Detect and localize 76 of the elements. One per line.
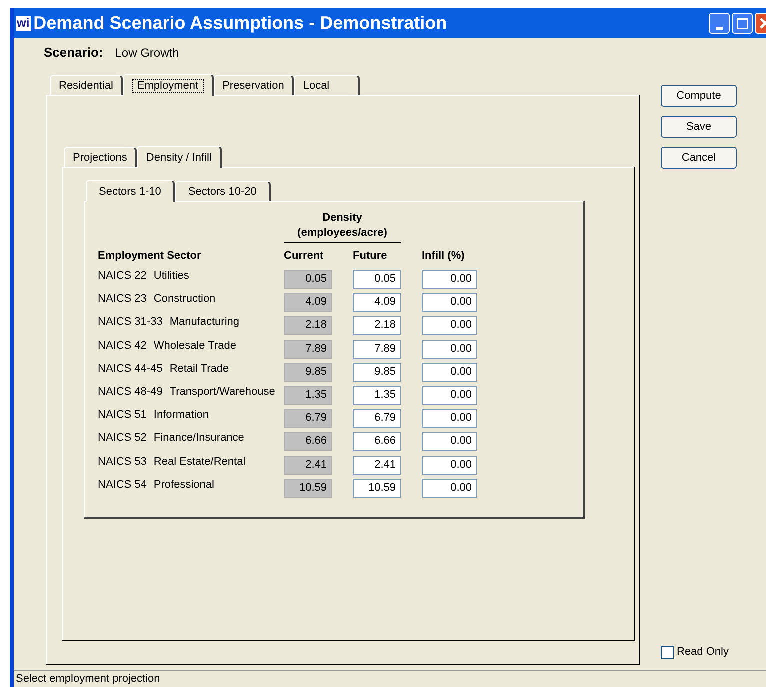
- input-field[interactable]: 6.79: [353, 409, 401, 428]
- input-field[interactable]: 0.00: [422, 270, 477, 289]
- input-field[interactable]: 0.00: [422, 386, 477, 405]
- input-field[interactable]: 0.00: [422, 432, 477, 452]
- read-only-checkbox[interactable]: [661, 646, 674, 659]
- readonly-field: 4.09: [284, 293, 332, 312]
- input-field[interactable]: 0.05: [353, 270, 401, 289]
- readonly-field: 9.85: [284, 362, 332, 382]
- tab[interactable]: Sectors 1-10: [86, 180, 176, 202]
- window-title: Demand Scenario Assumptions - Demonstration: [34, 12, 448, 35]
- input-field[interactable]: 2.18: [353, 316, 401, 336]
- sector-code: NAICS 54: [98, 478, 147, 493]
- sector-name: Professional: [154, 478, 214, 493]
- input-field[interactable]: 7.89: [353, 340, 401, 359]
- readonly-field: 10.59: [284, 478, 332, 498]
- input-field[interactable]: 0.00: [422, 409, 477, 428]
- sector-name: Wholesale Trade: [154, 338, 236, 354]
- checkbox-label: Read Only: [677, 645, 729, 660]
- sector-code: NAICS 42: [98, 338, 147, 354]
- input-field[interactable]: 0.00: [422, 456, 477, 474]
- sector-code: NAICS 48-49: [98, 384, 163, 400]
- sector-code: NAICS 53: [98, 454, 147, 470]
- input-field[interactable]: 6.66: [353, 432, 401, 452]
- readonly-field: 0.05: [284, 270, 332, 289]
- input-field[interactable]: 0.00: [422, 340, 477, 359]
- sector-code: NAICS 51: [98, 408, 147, 424]
- app-icon: wi: [16, 16, 31, 30]
- sector-name: Manufacturing: [170, 315, 240, 330]
- column-header: Current: [284, 248, 325, 264]
- input-field[interactable]: 0.00: [422, 316, 477, 336]
- input-field[interactable]: 0.00: [422, 362, 477, 382]
- readonly-field: 2.41: [284, 456, 332, 474]
- sector-name: Finance/Insurance: [154, 431, 244, 446]
- scenario-label: Scenario:: [44, 44, 104, 62]
- tab[interactable]: Preservation: [214, 74, 294, 95]
- tab[interactable]: Density / Infill: [137, 146, 222, 168]
- input-field[interactable]: 10.59: [353, 478, 401, 498]
- sector-name: Information: [154, 408, 209, 424]
- input-field[interactable]: 0.00: [422, 293, 477, 312]
- tab[interactable]: Employment: [123, 74, 214, 96]
- sector-code: NAICS 52: [98, 431, 147, 446]
- scenario-value: Low Growth: [115, 45, 180, 62]
- input-field[interactable]: 1.35: [353, 386, 401, 405]
- sector-name: Utilities: [154, 269, 190, 284]
- sector-code: NAICS 23: [98, 292, 147, 308]
- readonly-field: 7.89: [284, 340, 332, 359]
- input-field[interactable]: 9.85: [353, 362, 401, 382]
- sector-name: Construction: [154, 292, 216, 308]
- column-header: Infill (%): [422, 248, 465, 264]
- readonly-field: 2.18: [284, 316, 332, 336]
- tab[interactable]: Local: [294, 74, 360, 95]
- input-field[interactable]: 2.41: [353, 456, 401, 474]
- column-header: Employment Sector: [98, 248, 202, 264]
- tab[interactable]: Sectors 10-20: [175, 180, 271, 201]
- dialog-button[interactable]: Save: [661, 116, 737, 138]
- input-field[interactable]: 4.09: [353, 293, 401, 312]
- input-field[interactable]: 0.00: [422, 478, 477, 498]
- sector-code: NAICS 44-45: [98, 362, 163, 377]
- dialog-button[interactable]: Cancel: [661, 147, 737, 169]
- tab[interactable]: Projections: [64, 146, 138, 167]
- sector-code: NAICS 22: [98, 269, 147, 284]
- column-group-subheading: (employees/acre): [284, 226, 401, 243]
- readonly-field: 6.79: [284, 409, 332, 428]
- sector-name: Transport/Warehouse: [170, 384, 276, 400]
- sector-name: Real Estate/Rental: [154, 454, 246, 470]
- readonly-field: 1.35: [284, 386, 332, 405]
- readonly-field: 6.66: [284, 432, 332, 452]
- sector-name: Retail Trade: [170, 362, 230, 377]
- status-bar: Select employment projection: [14, 670, 766, 687]
- column-header: Future: [353, 248, 388, 264]
- dialog-button[interactable]: Compute: [661, 85, 737, 107]
- minimize-button[interactable]: [709, 12, 730, 34]
- maximize-button[interactable]: [732, 12, 753, 34]
- column-group-heading: Density: [322, 211, 362, 226]
- sector-code: NAICS 31-33: [98, 315, 163, 330]
- tab[interactable]: Residential: [50, 74, 124, 95]
